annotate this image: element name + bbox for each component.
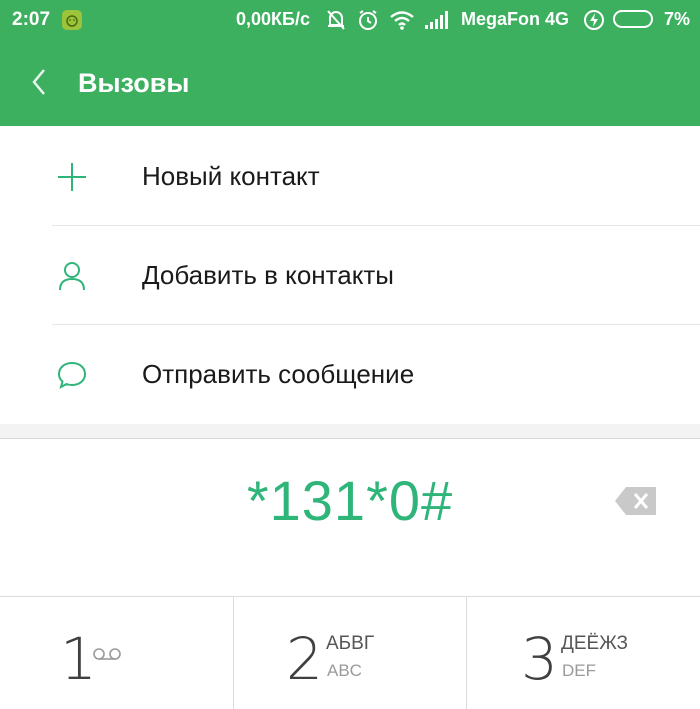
key-2[interactable]: 2 АБВГ ABC (234, 597, 466, 709)
new-contact-item[interactable]: Новый контакт (0, 127, 700, 225)
alarm-icon (356, 8, 380, 37)
charging-icon (582, 8, 606, 37)
battery-icon (613, 10, 653, 28)
app-notification-icon (62, 10, 82, 30)
plus-icon (54, 159, 90, 195)
voicemail-icon (92, 647, 122, 666)
section-separator (0, 424, 700, 439)
dialpad: 1 2 АБВГ ABC 3 ДЕЁЖЗ DEF (0, 596, 700, 709)
carrier-name: MegaFon 4G (461, 9, 570, 29)
backspace-button[interactable] (614, 486, 658, 516)
status-time: 2:07 (12, 9, 51, 30)
page-title: Вызовы (78, 68, 190, 98)
send-message-label: Отправить сообщение (142, 359, 415, 389)
key-1[interactable]: 1 (0, 597, 233, 709)
add-to-contacts-item[interactable]: Добавить в контакты (0, 226, 700, 324)
mute-bell-icon (325, 8, 347, 37)
network-speed: 0,00КБ/с (236, 9, 310, 29)
app-bar: Вызовы (0, 40, 700, 126)
key-digit: 2 (286, 625, 323, 693)
send-message-item[interactable]: Отправить сообщение (0, 325, 700, 423)
back-button[interactable] (24, 62, 58, 102)
add-to-contacts-label: Добавить в контакты (142, 260, 394, 290)
chat-bubble-icon (54, 357, 90, 393)
person-icon (54, 258, 90, 294)
status-bar: 2:07 0,00КБ/с MegaFon 4G 7% (0, 0, 700, 40)
backspace-icon (614, 487, 658, 520)
new-contact-label: Новый контакт (142, 161, 320, 191)
wifi-icon (389, 8, 415, 37)
dialed-number[interactable]: *131*0# (0, 468, 700, 533)
key-letters: АБВГ (326, 633, 375, 654)
chevron-left-icon (24, 69, 58, 106)
key-latin-letters: ABC (327, 661, 362, 680)
key-3[interactable]: 3 ДЕЁЖЗ DEF (467, 597, 700, 709)
key-letters: ДЕЁЖЗ (561, 633, 629, 654)
key-latin-letters: DEF (562, 661, 596, 680)
key-digit: 3 (521, 625, 558, 693)
signal-icon (424, 10, 450, 35)
battery-percent: 7% (664, 9, 691, 29)
